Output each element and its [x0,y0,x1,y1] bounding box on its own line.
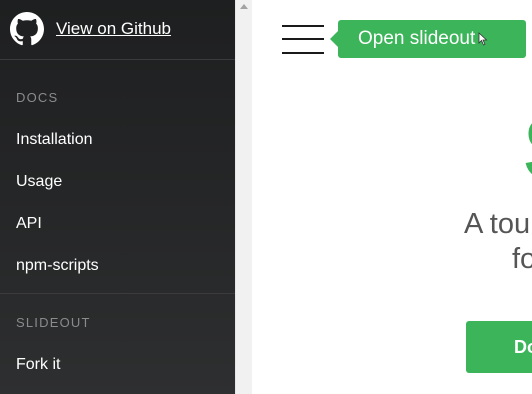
github-row[interactable]: View on Github [0,0,235,60]
app-window: View on Github DOCS Installation Usage A… [0,0,532,394]
menu-item-api[interactable]: API [16,215,42,233]
menu-item-usage[interactable]: Usage [16,173,62,191]
section-title-docs: DOCS [16,90,59,105]
hero-tagline-line-1: A tou [464,208,531,240]
tooltip-label: Open slideout [358,28,476,49]
menu-item-npm-scripts[interactable]: npm-scripts [16,257,99,275]
scroll-up-arrow-icon[interactable] [240,4,248,9]
hero-logo-text: S [523,98,532,201]
hero-tagline-line-2: fo [512,243,532,275]
view-on-github-link[interactable]: View on Github [56,19,171,39]
mouse-cursor-icon [478,32,488,46]
vertical-scrollbar[interactable] [235,0,252,394]
github-octocat-icon[interactable] [10,12,44,46]
open-slideout-tooltip: Open slideout [330,20,526,58]
menu-item-fork-it[interactable]: Fork it [16,356,60,374]
section-divider [0,293,235,294]
hamburger-menu-icon[interactable] [282,23,324,56]
download-button[interactable]: Do [466,321,532,373]
menu-item-installation[interactable]: Installation [16,131,93,149]
slideout-menu: View on Github DOCS Installation Usage A… [0,0,235,394]
main-panel: Open slideout S A tou fo Do [252,0,532,394]
section-title-slideout: SLIDEOUT [16,315,91,330]
download-button-label: Do [514,337,532,357]
